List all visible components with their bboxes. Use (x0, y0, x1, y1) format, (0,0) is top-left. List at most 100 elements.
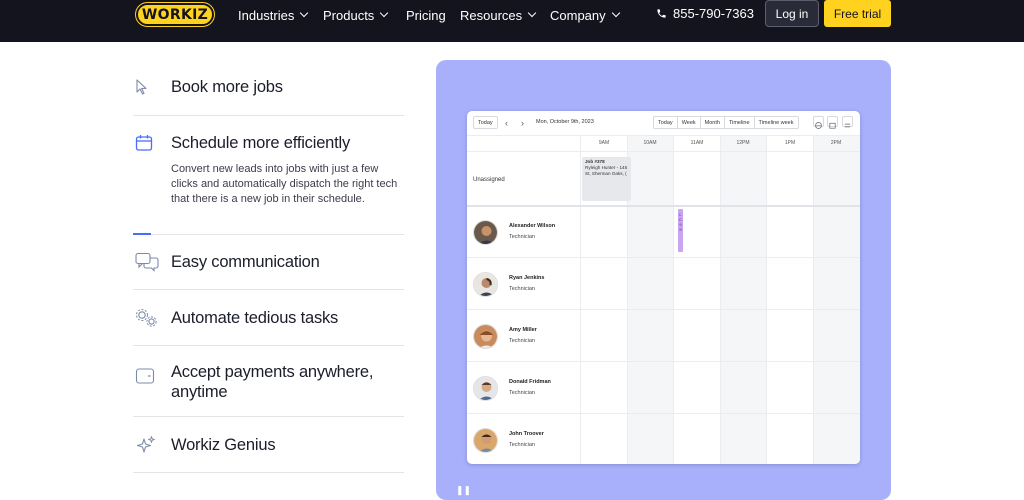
nav-item-label: Products (323, 7, 375, 23)
feature-title: Workiz Genius (171, 435, 276, 454)
column-shade (720, 136, 766, 464)
job-line: Ryleigh Hunter - 145 (585, 165, 628, 170)
nav-item-industries[interactable]: Industries (238, 6, 309, 24)
nav-item-products[interactable]: Products (323, 6, 389, 24)
feature-title: Book more jobs (171, 77, 283, 96)
feature-description: Convert new leads into jobs with just a … (171, 163, 398, 205)
time-header: 1PM (784, 140, 796, 146)
feature-easy-communication[interactable]: Easy communication (133, 251, 404, 273)
feature-title: Accept payments anywhere, anytime (171, 363, 374, 401)
feature-schedule-efficiently[interactable]: Schedule more efficiently (133, 132, 404, 154)
tech-role: Technician (509, 286, 535, 292)
technician-row[interactable]: Amy Miller Technician (473, 321, 537, 351)
calendar-small-icon[interactable] (827, 116, 838, 129)
scheduler-mockup: Today ‹ › Mon, October 9th, 2023 Today W… (467, 111, 860, 464)
job-card[interactable]: Job #378 Ryleigh Hunter - 145 St, Sherma… (582, 157, 631, 201)
feature-automate-tasks[interactable]: Automate tedious tasks (133, 307, 404, 329)
grid-line (766, 136, 767, 464)
chat-icon (135, 251, 161, 273)
sparkle-icon (135, 434, 161, 456)
divider (133, 289, 404, 290)
chevron-right-icon[interactable]: › (521, 118, 524, 128)
chevron-down-icon (300, 8, 309, 18)
technician-row[interactable]: Ryan Jenkins Technician (473, 269, 544, 299)
workiz-logo[interactable]: WORKIZ (135, 2, 215, 27)
column-shade (813, 136, 860, 464)
chevron-down-icon (380, 8, 389, 18)
nav-item-label: Industries (238, 7, 295, 23)
grid-line (813, 136, 814, 464)
divider (133, 345, 404, 346)
nav-item-company[interactable]: Company (550, 6, 620, 24)
chevron-down-icon (611, 8, 620, 18)
grid-line (673, 136, 674, 464)
nav-item-resources[interactable]: Resources (460, 6, 537, 24)
filter-icon[interactable] (842, 116, 853, 128)
grid-line (467, 151, 860, 152)
avatar (473, 427, 498, 453)
tech-role: Technician (509, 442, 535, 448)
technician-row[interactable]: John Troover Technician (473, 425, 544, 455)
current-date: Mon, October 9th, 2023 (536, 119, 594, 125)
tech-name: Amy Miller (509, 327, 537, 333)
feature-title: Schedule more efficiently (171, 133, 351, 152)
feature-book-more-jobs[interactable]: Book more jobs (133, 76, 404, 98)
feature-workiz-genius[interactable]: Workiz Genius (133, 434, 404, 456)
assigned-job-pill[interactable]: L C 9 9 (678, 209, 683, 252)
time-header: 12PM (736, 140, 750, 146)
grid-line (467, 413, 860, 414)
divider (133, 472, 404, 473)
tech-name: Donald Fridman (509, 379, 551, 385)
time-header: 2PM (830, 140, 842, 146)
today-button[interactable]: Today (473, 116, 498, 129)
view-switcher: Today Week Month Timeline Timeline week (653, 116, 799, 129)
grid-line (467, 309, 860, 310)
column-shade (627, 136, 673, 464)
tech-role: Technician (509, 234, 535, 240)
phone-link[interactable]: 855-790-7363 (656, 6, 754, 21)
time-header: 10AM (643, 140, 657, 146)
grid-line (467, 257, 860, 258)
view-today[interactable]: Today (654, 117, 678, 128)
view-week[interactable]: Week (678, 117, 701, 128)
technician-row[interactable]: Alexander Wilson Technician (473, 217, 555, 247)
tech-name: John Troover (509, 431, 544, 437)
chevron-down-icon (527, 8, 537, 18)
gears-icon (135, 307, 161, 329)
cursor-icon (135, 76, 161, 98)
avatar (473, 323, 498, 349)
phone-number: 855-790-7363 (673, 6, 754, 21)
avatar (473, 375, 498, 401)
divider (133, 416, 404, 417)
feature-title: Easy communication (171, 252, 320, 271)
tech-name: Ryan Jenkins (509, 275, 545, 281)
grid-line (467, 361, 860, 362)
job-line: St, Sherman Oaks, ( (585, 171, 627, 176)
tech-role: Technician (509, 338, 535, 344)
view-month[interactable]: Month (701, 117, 725, 128)
view-timeline-week[interactable]: Timeline week (755, 117, 798, 128)
nav-item-pricing[interactable]: Pricing (406, 6, 446, 24)
grid-line (720, 136, 721, 464)
chevron-left-icon[interactable]: ‹ (505, 118, 508, 128)
free-trial-button[interactable]: Free trial (824, 0, 891, 27)
feature-accept-payments[interactable]: Accept payments anywhere, anytime (133, 362, 404, 402)
feature-title: Automate tedious tasks (171, 308, 339, 327)
divider (133, 115, 404, 116)
globe-icon[interactable] (813, 116, 824, 129)
technician-row[interactable]: Donald Fridman Technician (473, 373, 551, 403)
tech-role: Technician (509, 390, 535, 396)
phone-icon (657, 9, 666, 18)
avatar (473, 271, 498, 297)
top-navbar: WORKIZ Industries Products Pricing Resou… (0, 0, 1024, 42)
calendar-icon (135, 132, 161, 154)
wallet-icon (135, 365, 161, 387)
nav-item-label: Company (550, 7, 606, 23)
avatar (473, 219, 498, 245)
tech-name: Alexander Wilson (509, 223, 556, 229)
job-title: Job #378 (585, 159, 605, 164)
pause-icon[interactable]: ❚❚ (456, 485, 471, 496)
unassigned-label: Unassigned (473, 177, 505, 183)
login-button[interactable]: Log in (765, 0, 819, 27)
view-timeline[interactable]: Timeline (725, 117, 755, 128)
